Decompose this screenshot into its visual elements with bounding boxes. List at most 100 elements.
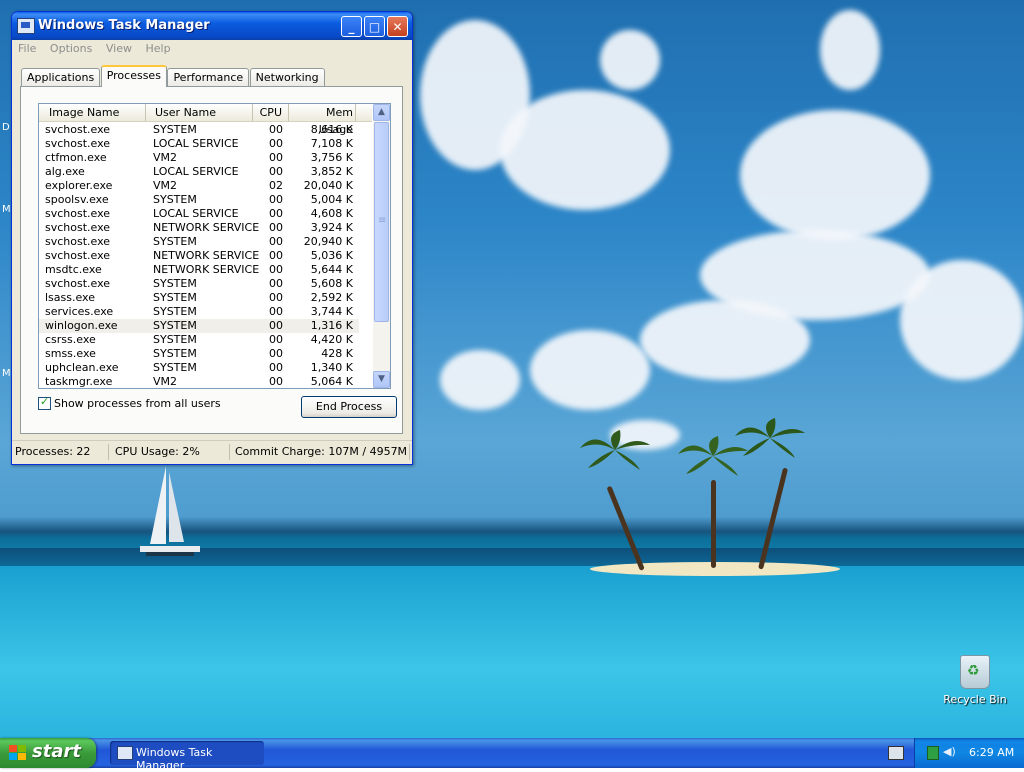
- column-user-name[interactable]: User Name: [146, 104, 253, 121]
- close-icon[interactable]: ✕: [387, 16, 408, 37]
- process-cpu: 00: [269, 221, 283, 234]
- keyboard-icon[interactable]: [888, 746, 904, 760]
- table-row[interactable]: svchost.exe LOCAL SERVICE 00 4,608 K: [39, 207, 372, 221]
- process-list[interactable]: Image Name User Name CPU Mem Usage svcho…: [38, 103, 391, 389]
- status-commit-charge: Commit Charge: 107M / 4957M: [232, 444, 410, 460]
- process-image-name: spoolsv.exe: [45, 193, 109, 206]
- table-row[interactable]: explorer.exe VM2 02 20,040 K: [39, 179, 372, 193]
- system-tray: ◀) 6:29 AM: [914, 738, 1024, 768]
- table-row[interactable]: svchost.exe SYSTEM 00 5,608 K: [39, 277, 372, 291]
- menu-file[interactable]: File: [18, 40, 36, 58]
- sailboat: [140, 466, 200, 556]
- start-button[interactable]: start: [0, 738, 96, 768]
- tab-strip: Applications Processes Performance Netwo…: [21, 65, 325, 87]
- table-row[interactable]: svchost.exe SYSTEM 00 8,616 K: [39, 123, 372, 137]
- end-process-button[interactable]: End Process: [301, 396, 397, 418]
- show-all-users-option[interactable]: Show processes from all users: [38, 395, 221, 410]
- table-row[interactable]: svchost.exe NETWORK SERVICE 00 5,036 K: [39, 249, 372, 263]
- process-mem-usage: 4,608 K: [310, 207, 353, 220]
- desktop-edge-letter: D: [2, 122, 10, 133]
- process-cpu: 00: [269, 207, 283, 220]
- process-image-name: svchost.exe: [45, 221, 111, 234]
- process-user-name: SYSTEM: [153, 193, 197, 206]
- table-row[interactable]: lsass.exe SYSTEM 00 2,592 K: [39, 291, 372, 305]
- process-user-name: VM2: [153, 151, 178, 164]
- process-mem-usage: 5,644 K: [310, 263, 353, 276]
- process-cpu: 00: [269, 249, 283, 262]
- process-mem-usage: 3,924 K: [310, 221, 353, 234]
- table-row[interactable]: smss.exe SYSTEM 00 428 K: [39, 347, 372, 361]
- process-mem-usage: 8,616 K: [310, 123, 353, 136]
- column-image-name[interactable]: Image Name: [39, 104, 146, 121]
- process-image-name: svchost.exe: [45, 249, 111, 262]
- process-user-name: SYSTEM: [153, 305, 197, 318]
- cloud: [900, 260, 1024, 380]
- table-row[interactable]: svchost.exe SYSTEM 00 20,940 K: [39, 235, 372, 249]
- menu-options[interactable]: Options: [50, 40, 92, 58]
- process-image-name: lsass.exe: [45, 291, 95, 304]
- process-image-name: svchost.exe: [45, 123, 111, 136]
- process-user-name: SYSTEM: [153, 277, 197, 290]
- process-image-name: svchost.exe: [45, 207, 111, 220]
- table-row[interactable]: svchost.exe NETWORK SERVICE 00 3,924 K: [39, 221, 372, 235]
- table-row[interactable]: ctfmon.exe VM2 00 3,756 K: [39, 151, 372, 165]
- process-cpu: 00: [269, 347, 283, 360]
- network-icon[interactable]: [927, 746, 939, 760]
- process-mem-usage: 428 K: [321, 347, 353, 360]
- show-all-users-checkbox[interactable]: [38, 395, 51, 410]
- column-mem-usage[interactable]: Mem Usage: [289, 104, 356, 136]
- desktop-edge-letter: M: [2, 204, 11, 215]
- table-row[interactable]: csrss.exe SYSTEM 00 4,420 K: [39, 333, 372, 347]
- menubar: File Options View Help: [12, 40, 412, 58]
- table-row[interactable]: uphclean.exe SYSTEM 00 1,340 K: [39, 361, 372, 375]
- process-user-name: LOCAL SERVICE: [153, 165, 239, 178]
- scroll-thumb[interactable]: [374, 122, 389, 322]
- show-all-users-label: Show processes from all users: [54, 396, 221, 410]
- scroll-down-icon[interactable]: ▼: [373, 371, 390, 388]
- table-row[interactable]: alg.exe LOCAL SERVICE 00 3,852 K: [39, 165, 372, 179]
- menu-help[interactable]: Help: [145, 40, 170, 58]
- maximize-icon[interactable]: □: [364, 16, 385, 37]
- status-cpu-usage: CPU Usage: 2%: [112, 444, 230, 460]
- process-cpu: 00: [269, 193, 283, 206]
- table-row[interactable]: taskmgr.exe VM2 00 5,064 K: [39, 375, 372, 388]
- table-row[interactable]: svchost.exe LOCAL SERVICE 00 7,108 K: [39, 137, 372, 151]
- table-row[interactable]: services.exe SYSTEM 00 3,744 K: [39, 305, 372, 319]
- scroll-up-icon[interactable]: ▲: [373, 104, 390, 121]
- menu-view[interactable]: View: [106, 40, 132, 58]
- process-list-scrollbar[interactable]: ▲ ▼: [373, 104, 390, 388]
- start-label: start: [32, 741, 81, 762]
- tab-applications[interactable]: Applications: [21, 68, 101, 86]
- taskbar-task-manager-button[interactable]: Windows Task Manager: [110, 741, 264, 772]
- process-user-name: LOCAL SERVICE: [153, 137, 239, 150]
- minimize-icon[interactable]: _: [341, 16, 362, 37]
- clock[interactable]: 6:29 AM: [969, 746, 1014, 759]
- table-row[interactable]: spoolsv.exe SYSTEM 00 5,004 K: [39, 193, 372, 207]
- recycle-bin-shortcut[interactable]: ♻ Recycle Bin: [940, 655, 1010, 706]
- process-user-name: NETWORK SERVICE: [153, 221, 260, 234]
- process-image-name: ctfmon.exe: [45, 151, 107, 164]
- table-row[interactable]: msdtc.exe NETWORK SERVICE 00 5,644 K: [39, 263, 372, 277]
- table-row[interactable]: winlogon.exe SYSTEM 00 1,316 K: [39, 319, 359, 333]
- process-cpu: 00: [269, 263, 283, 276]
- process-user-name: SYSTEM: [153, 347, 197, 360]
- palm-leaves: [735, 418, 805, 458]
- process-list-header: Image Name User Name CPU Mem Usage: [39, 104, 372, 136]
- column-cpu[interactable]: CPU: [253, 104, 289, 121]
- tab-networking[interactable]: Networking: [249, 68, 325, 86]
- process-user-name: VM2: [153, 375, 178, 388]
- process-user-name: NETWORK SERVICE: [153, 263, 260, 276]
- process-mem-usage: 3,852 K: [310, 165, 353, 178]
- taskbar-task-label: Windows Task Manager: [136, 746, 213, 772]
- task-manager-icon: [17, 18, 35, 34]
- process-cpu: 02: [269, 179, 283, 192]
- speaker-icon[interactable]: ◀): [943, 745, 956, 758]
- tab-performance[interactable]: Performance: [167, 68, 250, 86]
- process-mem-usage: 20,940 K: [303, 235, 353, 248]
- titlebar[interactable]: Windows Task Manager _ □ ✕: [12, 12, 412, 40]
- cloud: [500, 90, 670, 210]
- taskbar: start Windows Task Manager ◀) 6:29 AM: [0, 738, 1024, 772]
- process-image-name: svchost.exe: [45, 137, 111, 150]
- tab-processes[interactable]: Processes: [100, 65, 167, 87]
- process-mem-usage: 2,592 K: [310, 291, 353, 304]
